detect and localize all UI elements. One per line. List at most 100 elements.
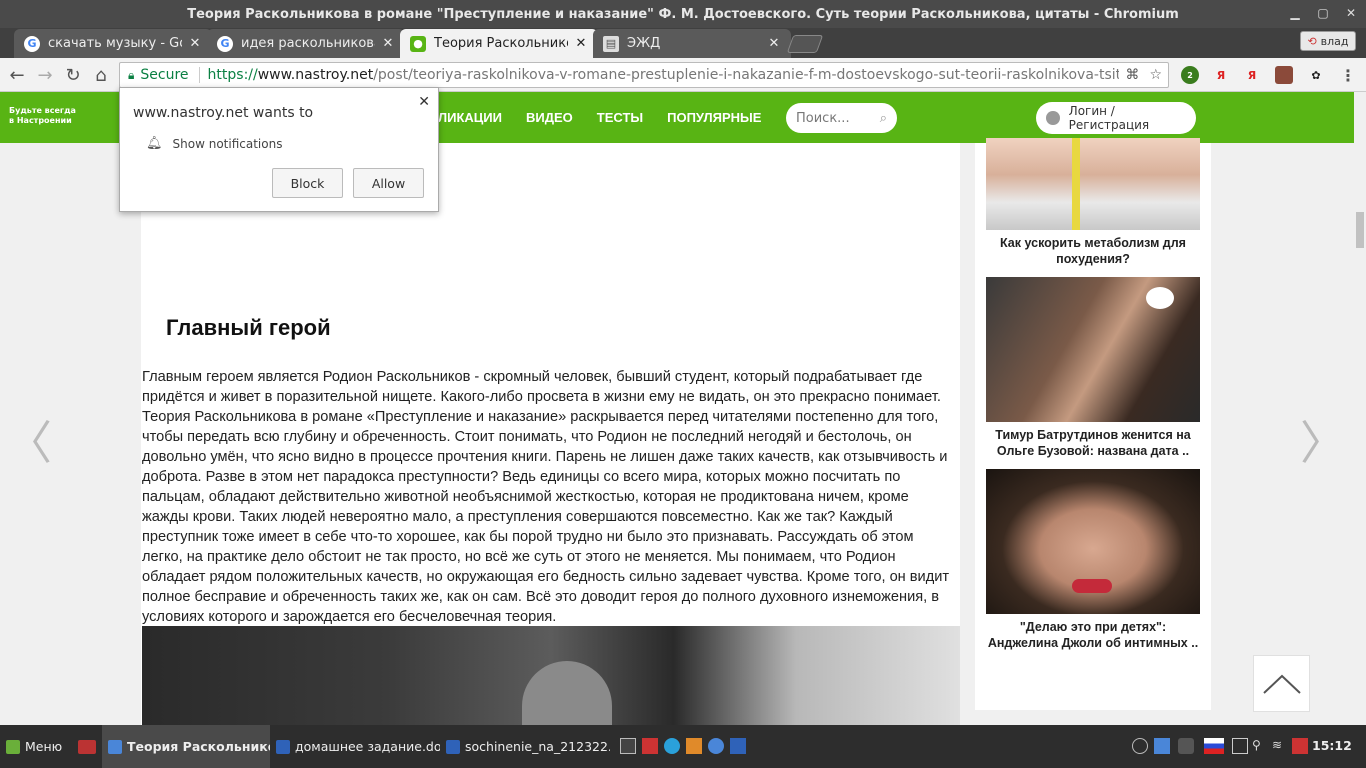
tab-close-icon[interactable]: ✕ bbox=[574, 36, 588, 51]
article-content: Главный герой Главным героем является Ро… bbox=[141, 143, 960, 725]
menu-dots-icon[interactable]: ⋮ bbox=[1339, 66, 1357, 85]
clipboard-icon[interactable] bbox=[1232, 738, 1248, 754]
tab-label: Теория Раскольников bbox=[434, 36, 568, 51]
tab-label: ЭЖД bbox=[627, 36, 661, 51]
shield-icon[interactable] bbox=[1178, 738, 1194, 754]
tab-google-idea[interactable]: G идея раскольникова к ✕ bbox=[207, 29, 405, 58]
wifi-icon[interactable]: ≋ bbox=[1272, 738, 1288, 754]
url-path: /post/teoriya-raskolnikova-v-romane-pres… bbox=[373, 67, 1120, 83]
taskbar-item-sochinenie[interactable]: sochinenie_na_212322.... bbox=[440, 725, 610, 768]
card-caption[interactable]: Тимур Батрутдинов женится на Ольге Бузов… bbox=[986, 427, 1200, 459]
updates-icon[interactable] bbox=[1132, 738, 1148, 754]
extension-badge: 2 bbox=[1187, 70, 1193, 80]
clock[interactable]: 15:12 bbox=[1312, 738, 1352, 753]
site-search-input[interactable]: Поиск... ⌕ bbox=[786, 103, 897, 133]
card-image-jolie[interactable] bbox=[986, 469, 1200, 614]
extension-green-icon[interactable]: 2 bbox=[1181, 66, 1199, 84]
writer-icon[interactable] bbox=[730, 738, 746, 754]
scrollbar-thumb[interactable] bbox=[1356, 212, 1364, 248]
menu-item-tests[interactable]: ТЕСТЫ bbox=[597, 110, 643, 125]
article-paragraph: Главным героем является Родион Раскольни… bbox=[142, 369, 950, 625]
prev-arrow-icon[interactable]: 〈 bbox=[6, 407, 52, 473]
document-icon: ▤ bbox=[603, 35, 619, 52]
tab-active-raskolnikov[interactable]: ● Теория Раскольников ✕ bbox=[400, 29, 598, 58]
document-icon bbox=[276, 739, 290, 754]
paw-icon[interactable]: ✿ bbox=[1307, 66, 1325, 84]
tab-close-icon[interactable]: ✕ bbox=[767, 36, 781, 51]
google-icon: G bbox=[24, 35, 40, 52]
search-placeholder: Поиск... bbox=[796, 110, 850, 126]
card-image-metabolism[interactable] bbox=[986, 138, 1200, 230]
site-menu: ЛИКАЦИИ ВИДЕО ТЕСТЫ ПОПУЛЯРНЫЕ bbox=[438, 110, 761, 125]
reload-icon[interactable]: ↻ bbox=[62, 64, 84, 86]
page-scrollbar[interactable] bbox=[1354, 92, 1366, 725]
translate-icon[interactable]: ⌘ bbox=[1125, 67, 1139, 83]
yandex-icon[interactable]: Я bbox=[1243, 66, 1261, 84]
tab-ezhd[interactable]: ▤ ЭЖД ✕ bbox=[593, 29, 791, 58]
extension-avatar-icon[interactable] bbox=[1275, 66, 1293, 84]
telegram-icon[interactable] bbox=[664, 738, 680, 754]
home-icon[interactable]: ⌂ bbox=[90, 64, 112, 86]
site-logo[interactable]: Будьте всегда в Настроении bbox=[9, 106, 79, 126]
window-titlebar: Теория Раскольникова в романе "Преступле… bbox=[0, 0, 1366, 28]
user-tray-icon[interactable]: ⚲ bbox=[1252, 738, 1268, 754]
taskbar: Меню Теория Раскольников... домашнее зад… bbox=[0, 725, 1366, 768]
tab-label: идея раскольникова к bbox=[241, 36, 375, 51]
new-tab-button[interactable] bbox=[786, 35, 824, 53]
tab-close-icon[interactable]: ✕ bbox=[381, 36, 395, 51]
url-scheme: https:// bbox=[207, 67, 258, 83]
close-icon[interactable]: ✕ bbox=[418, 94, 430, 110]
card-caption[interactable]: "Делаю это при детях": Анджелина Джоли о… bbox=[986, 619, 1200, 651]
login-button[interactable]: Логин / Регистрация bbox=[1036, 102, 1196, 134]
chromium-launcher-icon[interactable] bbox=[708, 738, 724, 754]
minimize-icon[interactable]: ▁ bbox=[1286, 4, 1304, 22]
menu-item-popular[interactable]: ПОПУЛЯРНЫЕ bbox=[667, 110, 761, 125]
show-desktop-button[interactable] bbox=[72, 725, 98, 768]
menu-item-publications[interactable]: ЛИКАЦИИ bbox=[438, 110, 502, 125]
taskbar-item-label: Теория Раскольников... bbox=[127, 739, 270, 754]
nastroy-icon: ● bbox=[410, 35, 426, 52]
menu-item-video[interactable]: ВИДЕО bbox=[526, 110, 573, 125]
tab-label: скачать музыку - Goog bbox=[48, 36, 182, 51]
card-image-batrutdinov[interactable] bbox=[986, 277, 1200, 422]
scroll-to-top-button[interactable] bbox=[1253, 655, 1310, 712]
start-menu-button[interactable]: Меню bbox=[0, 725, 68, 768]
bell-icon: 🔔︎ bbox=[146, 136, 163, 151]
search-icon[interactable]: ⌕ bbox=[880, 111, 887, 126]
card-caption[interactable]: Как ускорить метаболизм для похудения? bbox=[986, 235, 1200, 267]
lock-icon: 🔒︎ bbox=[128, 67, 135, 82]
network-icon[interactable] bbox=[1154, 738, 1170, 754]
maximize-icon[interactable]: ▢ bbox=[1314, 4, 1332, 22]
chevron-up-icon bbox=[1262, 674, 1301, 694]
secure-label: Secure bbox=[140, 67, 189, 83]
mint-icon bbox=[6, 739, 20, 754]
taskbar-item-chromium[interactable]: Теория Раскольников... bbox=[102, 725, 270, 768]
taskbar-item-label: sochinenie_na_212322.... bbox=[465, 739, 610, 754]
close-window-icon[interactable]: ✕ bbox=[1342, 4, 1360, 22]
google-icon: G bbox=[217, 35, 233, 52]
profile-button[interactable]: ⟲ влад bbox=[1300, 31, 1356, 51]
profile-label: влад bbox=[1320, 34, 1349, 48]
keyboard-layout-icon[interactable] bbox=[1204, 738, 1224, 754]
yandex-icon[interactable]: Я bbox=[1212, 66, 1230, 84]
terminal-icon[interactable] bbox=[620, 738, 636, 754]
article-photo bbox=[142, 626, 960, 725]
tab-close-icon[interactable]: ✕ bbox=[188, 36, 202, 51]
allow-button[interactable]: Allow bbox=[353, 168, 424, 198]
login-label: Логин / Регистрация bbox=[1068, 104, 1150, 132]
battery-icon[interactable] bbox=[1292, 738, 1308, 754]
next-arrow-icon[interactable]: 〉 bbox=[1300, 407, 1346, 473]
document-icon bbox=[446, 739, 460, 754]
tab-google-music[interactable]: G скачать музыку - Goog ✕ bbox=[14, 29, 212, 58]
bookmark-star-icon[interactable]: ☆ bbox=[1149, 67, 1162, 83]
taskbar-item-doc[interactable]: домашнее задание.do... bbox=[270, 725, 440, 768]
window-title: Теория Раскольникова в романе "Преступле… bbox=[187, 6, 1179, 22]
notification-permission-popup: www.nastroy.net wants to ✕ 🔔︎ Show notif… bbox=[119, 87, 439, 212]
folder-icon[interactable] bbox=[642, 738, 658, 754]
sublime-icon[interactable] bbox=[686, 738, 702, 754]
block-button[interactable]: Block bbox=[272, 168, 343, 198]
back-icon[interactable]: ← bbox=[6, 64, 28, 86]
address-bar[interactable]: 🔒︎ Secure https:// www.nastroy.net /post… bbox=[119, 62, 1169, 88]
user-icon bbox=[1046, 111, 1060, 125]
forward-icon[interactable]: → bbox=[34, 64, 56, 86]
